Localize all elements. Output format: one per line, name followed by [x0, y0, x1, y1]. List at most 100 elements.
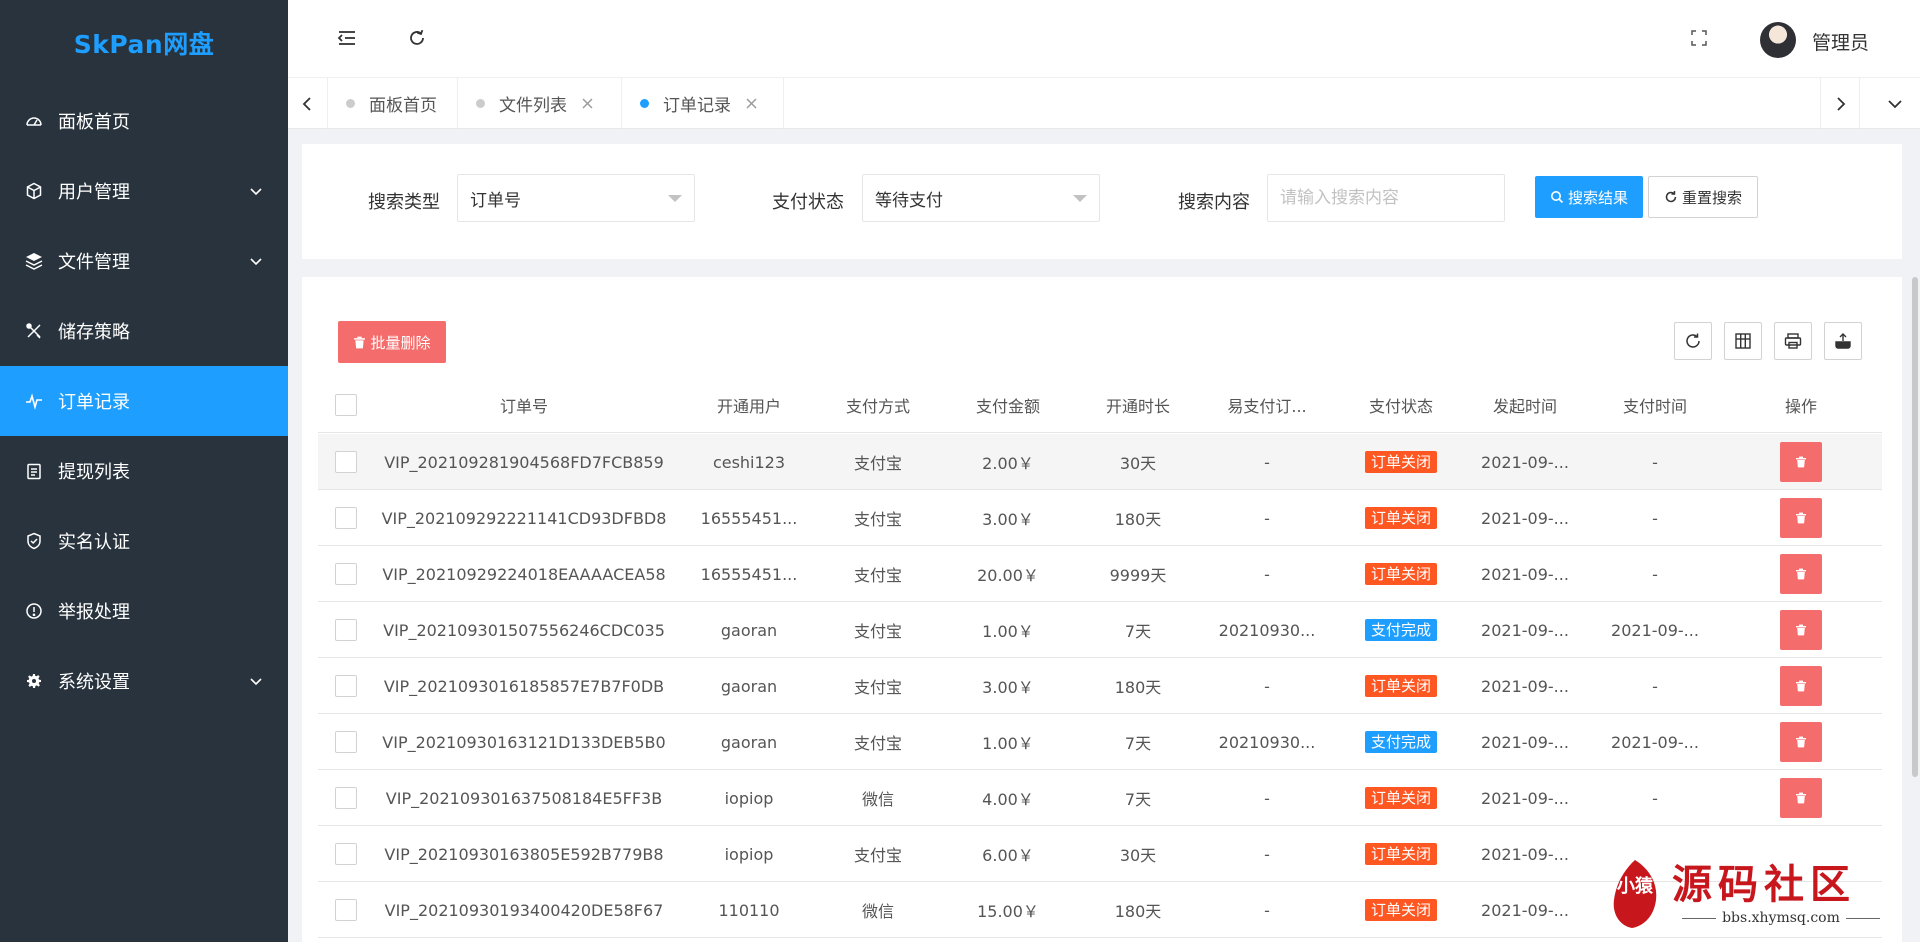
sidebar-item-label: 实名认证	[58, 532, 130, 553]
admin-name[interactable]: 管理员	[1812, 28, 1869, 55]
column-header[interactable]: 开通用户	[674, 377, 824, 433]
cell-epay-order: -	[1264, 676, 1270, 696]
tab-2[interactable]: 订单记录	[622, 78, 784, 129]
cell-duration: 30天	[1119, 454, 1157, 473]
table-refresh-button[interactable]	[1674, 322, 1712, 360]
cell-created: 2021-09-...	[1481, 620, 1569, 640]
cell-epay-order: 20210930...	[1218, 732, 1316, 752]
close-icon[interactable]	[745, 97, 758, 110]
delete-row-button[interactable]	[1780, 554, 1822, 594]
row-checkbox[interactable]	[335, 787, 357, 809]
table-print-button[interactable]	[1774, 322, 1812, 360]
sidebar-item-5[interactable]: 提现列表	[0, 436, 288, 506]
sidebar-item-label: 用户管理	[58, 182, 130, 203]
page-scrollbar[interactable]	[1912, 277, 1918, 777]
table-export-button[interactable]	[1824, 322, 1862, 360]
column-header[interactable]: 易支付订...	[1192, 377, 1342, 433]
delete-row-button[interactable]	[1780, 722, 1822, 762]
row-checkbox[interactable]	[335, 731, 357, 753]
sidebar-item-2[interactable]: 文件管理	[0, 226, 288, 296]
sidebar-item-0[interactable]: 面板首页	[0, 86, 288, 156]
row-checkbox[interactable]	[335, 451, 357, 473]
sidebar-item-7[interactable]: 举报处理	[0, 576, 288, 646]
avatar[interactable]	[1760, 22, 1796, 58]
batch-delete-button[interactable]: 批量删除	[338, 321, 446, 363]
column-header[interactable]: 操作	[1720, 377, 1882, 433]
cell-epay-order: -	[1264, 900, 1270, 920]
status-badge: 订单关闭	[1364, 507, 1437, 529]
search-button[interactable]: 搜索结果	[1535, 176, 1643, 218]
column-header[interactable]: 发起时间	[1460, 377, 1590, 433]
reset-button[interactable]: 重置搜索	[1648, 176, 1758, 218]
cell-amount: 6.00￥	[982, 846, 1034, 865]
watermark-title: 源码社区	[1672, 861, 1856, 908]
cell-duration: 9999天	[1109, 566, 1167, 585]
tab-options-button[interactable]	[1870, 78, 1920, 129]
cell-amount: 3.00￥	[982, 678, 1034, 697]
search-type-select[interactable]: 订单号	[457, 174, 695, 222]
tab-1[interactable]: 文件列表	[458, 78, 622, 129]
cell-method: 支付宝	[853, 734, 902, 753]
tab-label: 订单记录	[663, 96, 731, 116]
column-header[interactable]: 开通时长	[1084, 377, 1192, 433]
row-checkbox[interactable]	[335, 843, 357, 865]
row-checkbox[interactable]	[335, 899, 357, 921]
trash-icon	[1796, 680, 1806, 692]
cell-user: gaoran	[720, 620, 778, 640]
table-row[interactable]: VIP_202109292221141CD93DFBD8 16555451... 支…	[318, 490, 1882, 546]
search-icon	[1550, 191, 1564, 204]
trash-icon	[1796, 568, 1806, 580]
tab-0[interactable]: 面板首页	[328, 78, 458, 129]
row-checkbox[interactable]	[335, 675, 357, 697]
cell-paid: -	[1652, 564, 1658, 584]
sidebar-item-3[interactable]: 储存策略	[0, 296, 288, 366]
sidebar-item-6[interactable]: 实名认证	[0, 506, 288, 576]
fullscreen-icon[interactable]	[1688, 27, 1710, 49]
select-all-checkbox[interactable]	[335, 394, 357, 416]
row-checkbox[interactable]	[335, 563, 357, 585]
sidebar-item-8[interactable]: 系统设置	[0, 646, 288, 716]
cell-created: 2021-09-...	[1481, 900, 1569, 920]
table-row[interactable]: VIP_20210930150755624​6CDC035 gaoran 支付宝 1.…	[318, 602, 1882, 658]
columns-icon	[1735, 333, 1751, 349]
app-logo[interactable]: SkPan网盘	[0, 0, 288, 86]
table-row[interactable]: VIP_20210929224018EAAAACEA58 16555451... 支…	[318, 546, 1882, 602]
delete-row-button[interactable]	[1780, 498, 1822, 538]
column-header[interactable]: 支付方式	[824, 377, 932, 433]
table-columns-button[interactable]	[1724, 322, 1762, 360]
info-circle-icon	[24, 601, 44, 621]
tab-scroll-left-button[interactable]	[288, 78, 328, 129]
search-content-input[interactable]	[1267, 174, 1505, 222]
delete-row-button[interactable]	[1780, 442, 1822, 482]
column-header[interactable]: 支付时间	[1590, 377, 1720, 433]
cell-order-no: VIP_202109301637508184E5FF3B	[385, 788, 663, 808]
trash-icon	[1796, 792, 1806, 804]
pay-status-select[interactable]: 等待支付	[862, 174, 1100, 222]
delete-row-button[interactable]	[1780, 666, 1822, 706]
refresh-icon[interactable]	[406, 27, 428, 49]
table-header: 订单号 开通用户 支付方式 支付金额 开通时长 易支付订... 支付状态 发起时间 支付时间 操作	[318, 377, 1882, 433]
tab-scroll-right-button[interactable]	[1820, 78, 1860, 129]
sidebar-item-1[interactable]: 用户管理	[0, 156, 288, 226]
tab-dot	[346, 99, 355, 108]
table-row[interactable]: VIP_202109301637508184E5FF3B iopiop 微信 4.00…	[318, 770, 1882, 826]
delete-row-button[interactable]	[1780, 610, 1822, 650]
delete-row-button[interactable]	[1780, 778, 1822, 818]
row-checkbox[interactable]	[335, 619, 357, 641]
table-row[interactable]: VIP_20210930161858​57E7B7F0DB gaoran 支付宝 3.…	[318, 658, 1882, 714]
cell-user: 16555451...	[700, 564, 798, 584]
cell-method: 微信	[861, 790, 894, 809]
table-row[interactable]: VIP_202109281904568FD7FCB859 ceshi123 支付宝 2…	[318, 434, 1882, 490]
row-checkbox[interactable]	[335, 507, 357, 529]
sidebar-item-4[interactable]: 订单记录	[0, 366, 288, 436]
menu-collapse-icon[interactable]	[336, 27, 358, 49]
close-icon[interactable]	[581, 97, 594, 110]
column-header[interactable]: 订单号	[374, 377, 674, 433]
search-content-label: 搜索内容	[1178, 192, 1250, 213]
column-header[interactable]: 支付状态	[1342, 377, 1460, 433]
shield-check-icon	[24, 531, 44, 551]
table-row[interactable]: VIP_20210930163121D133DEB5B0 gaoran 支付宝 1.0…	[318, 714, 1882, 770]
cell-amount: 2.00￥	[982, 454, 1034, 473]
cell-order-no: VIP_20210930150755624​6CDC035	[383, 620, 665, 640]
column-header[interactable]: 支付金额	[932, 377, 1084, 433]
